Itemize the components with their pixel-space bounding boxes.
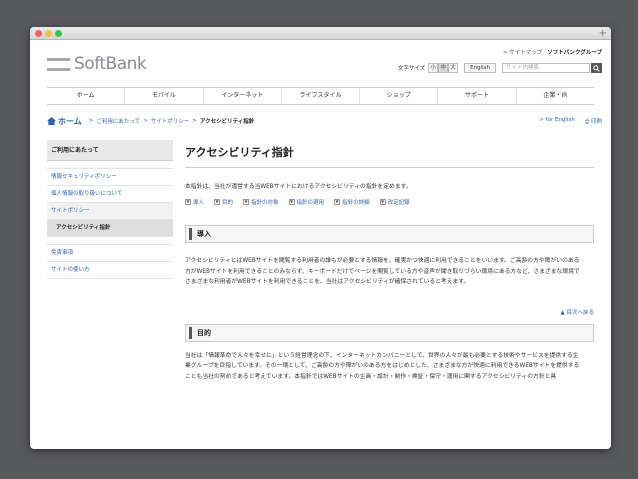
english-button[interactable]: English [464, 63, 496, 73]
new-tab-icon[interactable]: + [599, 27, 607, 40]
gnav-shop[interactable]: ショップ [360, 88, 439, 104]
breadcrumb-separator: > [88, 118, 94, 124]
arrow-down-icon: ▼ [185, 199, 191, 205]
close-window-button[interactable] [35, 30, 42, 37]
for-english-link[interactable]: > for English [539, 117, 575, 126]
arrow-down-icon: ▼ [379, 199, 386, 205]
breadcrumb-home[interactable]: ホーム [58, 116, 82, 127]
anchor-label: 指針の対象 [251, 200, 279, 206]
arrow-down-icon: ▼ [214, 199, 221, 205]
breadcrumb: ホーム > ご利用にあたって > サイトポリシー > アクセシビリティ指針 > … [47, 115, 602, 127]
sidebar-item-how-to-use[interactable]: サイトの使い方 [47, 262, 173, 279]
main-content: アクセシビリティ指針 本指針は、当社が運営する当WEBサイトにおけるアクセシビリ… [185, 144, 594, 382]
home-icon [47, 117, 56, 125]
anchor-label: 目的 [222, 200, 234, 206]
anchor-intro[interactable]: ▼ 導入 [185, 198, 204, 206]
sitemap-link[interactable]: > サイトマップ [503, 48, 542, 56]
breadcrumb-site-policy[interactable]: サイトポリシー [151, 117, 190, 125]
sidebar-divider [47, 161, 173, 169]
font-size-medium-button[interactable]: 中 [438, 63, 449, 73]
zoom-window-button[interactable] [55, 30, 62, 37]
utility-bar: 文字サイズ 小 中 大 English サイト内検索 [398, 63, 602, 73]
search-icon [593, 64, 600, 72]
anchor-links: ▼ 導入 ▼ 目的 ▼ 指針の対象 ▼ 指針の適用 ▼ 指針の詳細 ▼ 改定記録 [185, 198, 594, 206]
anchor-label: 指針の詳細 [342, 200, 370, 206]
gnav-lifestyle[interactable]: ライフスタイル [282, 88, 361, 104]
sidebar-item-privacy[interactable]: 個人情報の取り扱いについて [47, 186, 173, 203]
font-size-label: 文字サイズ [397, 66, 426, 72]
breadcrumb-separator: > [143, 118, 148, 124]
section-heading-purpose: 目的 [185, 323, 594, 342]
font-size-large-button[interactable]: 大 [448, 63, 459, 73]
sidebar: ご利用にあたって 情報セキュリティポリシー 個人情報の取り扱いについて サイトポ… [47, 140, 173, 279]
search-button[interactable] [591, 63, 602, 73]
arrow-down-icon: ▼ [243, 199, 250, 205]
font-size-small-button[interactable]: 小 [428, 63, 439, 73]
print-link[interactable]: ⎙ 印刷 [585, 117, 602, 126]
sidebar-item-accessibility[interactable]: アクセシビリティ指針 [47, 220, 173, 237]
sidebar-heading: ご利用にあたって [47, 140, 173, 161]
sidebar-item-security-policy[interactable]: 情報セキュリティポリシー [47, 169, 173, 186]
browser-window: + SoftBank > サイトマップ ソフトバンクグループ 文字サイズ 小 中… [30, 27, 611, 449]
anchor-scope[interactable]: ▼ 指針の対象 [243, 198, 279, 206]
softbank-logo[interactable]: SoftBank [47, 54, 147, 74]
window-titlebar: + [30, 27, 611, 40]
page-title: アクセシビリティ指針 [185, 144, 594, 168]
arrow-down-icon: ▼ [334, 199, 341, 205]
section-body-intro: アクセシビリティとはWEBサイトを閲覧する利用者の誰もが必要とする情報を、確実か… [185, 258, 580, 285]
top-links: > サイトマップ ソフトバンクグループ [503, 48, 602, 56]
sidebar-divider [47, 237, 173, 245]
global-nav: ホーム モバイル インターネット ライフスタイル ショップ サポート 企業・IR [47, 87, 594, 105]
search-input[interactable]: サイト内検索 [502, 63, 590, 73]
logo-mark-icon [47, 57, 70, 71]
back-to-toc-label: 目次へ戻る [566, 309, 594, 316]
arrow-down-icon: ▼ [288, 199, 295, 205]
anchor-label: 改定記録 [387, 200, 410, 206]
anchor-revisions[interactable]: ▼ 改定記録 [379, 198, 410, 206]
back-to-toc-link[interactable]: ▲ 目次へ戻る [185, 308, 595, 316]
breadcrumb-usage[interactable]: ご利用にあたって [96, 117, 140, 125]
anchor-purpose[interactable]: ▼ 目的 [214, 198, 233, 206]
minimize-window-button[interactable] [45, 30, 52, 37]
anchor-details[interactable]: ▼ 指針の詳細 [334, 198, 370, 206]
anchor-label: 指針の適用 [296, 200, 325, 206]
web-page: SoftBank > サイトマップ ソフトバンクグループ 文字サイズ 小 中 大… [30, 40, 611, 449]
breadcrumb-separator: > [192, 118, 197, 124]
sidebar-item-site-policy[interactable]: サイトポリシー [47, 203, 173, 220]
breadcrumb-actions: > for English ⎙ 印刷 [539, 117, 602, 126]
gnav-corporate-ir[interactable]: 企業・IR [517, 88, 594, 104]
sidebar-item-disclaimer[interactable]: 免責事項 [47, 245, 173, 262]
group-link[interactable]: ソフトバンクグループ [547, 48, 602, 56]
logo-text: SoftBank [74, 54, 147, 74]
gnav-support[interactable]: サポート [438, 88, 517, 104]
breadcrumb-current: アクセシビリティ指針 [199, 119, 255, 125]
anchor-application[interactable]: ▼ 指針の適用 [288, 198, 325, 206]
print-label: 印刷 [590, 118, 602, 125]
gnav-home[interactable]: ホーム [47, 88, 126, 104]
lead-text: 本指針は、当社が運営する当WEBサイトにおけるアクセシビリティの指針を定めます。 [185, 184, 412, 190]
gnav-mobile[interactable]: モバイル [125, 88, 204, 104]
anchor-label: 導入 [193, 200, 205, 206]
gnav-internet[interactable]: インターネット [204, 88, 282, 104]
section-body-purpose: 当社は「情報革命で人々を幸せに」という経営理念の下、インターネットカンパニーとし… [185, 352, 580, 380]
section-heading-intro: 導入 [185, 225, 594, 243]
